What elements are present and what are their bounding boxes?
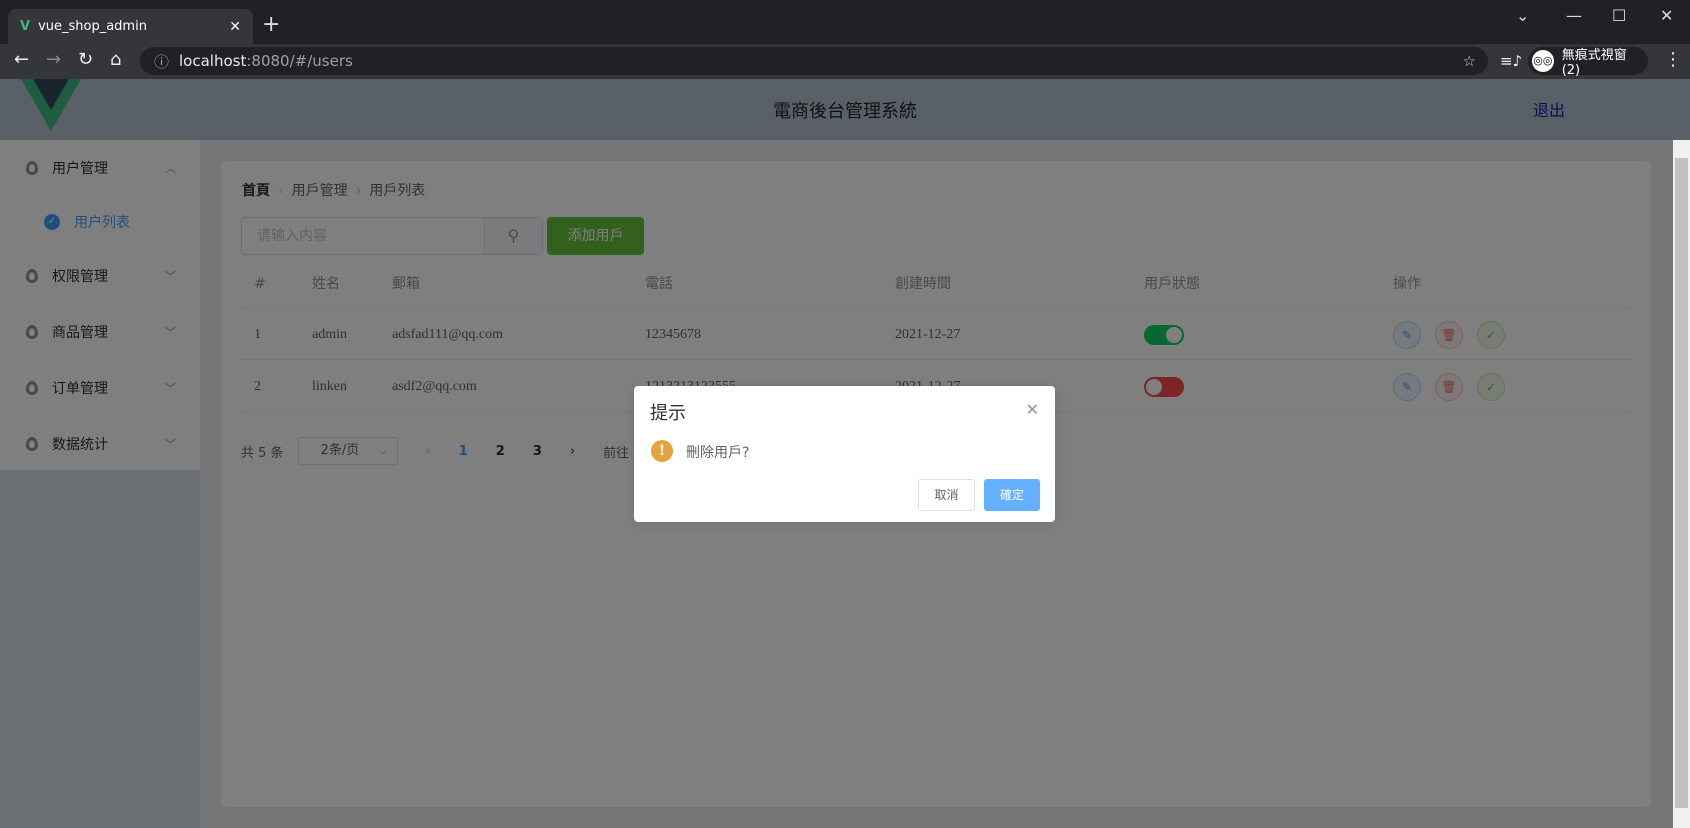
url-host: localhost <box>179 52 247 70</box>
profile-label: 無痕式視窗 (2) <box>1561 48 1627 78</box>
menu-kebab-icon[interactable]: ⋮ <box>1664 49 1682 70</box>
confirm-dialog: 提示 ✕ ! 刪除用戶? 取消 確定 <box>634 386 1055 522</box>
cancel-button[interactable]: 取消 <box>918 479 975 511</box>
new-tab-button[interactable]: + <box>262 12 280 37</box>
reload-icon[interactable]: ↻ <box>78 49 93 70</box>
url-path: :8080/#/users <box>246 52 353 70</box>
tab-search-icon[interactable]: ⌄ <box>1516 6 1529 25</box>
browser-tab-bar <box>0 0 1690 44</box>
vue-logo-icon: V <box>20 19 31 34</box>
warning-icon: ! <box>651 440 673 462</box>
close-tab-icon[interactable]: ✕ <box>229 19 241 35</box>
dialog-title: 提示 <box>650 403 686 424</box>
media-control-icon[interactable]: ≡♪ <box>1500 52 1522 70</box>
close-window-icon[interactable]: ✕ <box>1660 6 1673 25</box>
address-bar[interactable]: ⓘ localhost:8080/#/users ☆ <box>140 47 1488 75</box>
browser-tab[interactable]: V vue_shop_admin ✕ <box>8 9 253 44</box>
home-icon[interactable]: ⌂ <box>110 49 121 70</box>
info-icon: ⓘ <box>154 52 170 71</box>
forward-icon[interactable]: → <box>46 49 61 70</box>
incognito-profile-button[interactable]: ◎◎ 無痕式視窗 (2) <box>1528 47 1648 78</box>
minimize-icon[interactable]: — <box>1566 6 1582 25</box>
scrollbar-thumb[interactable] <box>1675 158 1688 808</box>
bookmark-star-icon[interactable]: ☆ <box>1463 52 1476 70</box>
tab-title: vue_shop_admin <box>38 19 147 34</box>
confirm-button[interactable]: 確定 <box>984 479 1040 511</box>
incognito-icon: ◎◎ <box>1532 50 1554 72</box>
back-icon[interactable]: ← <box>14 49 29 70</box>
maximize-icon[interactable]: ☐ <box>1612 6 1626 25</box>
dialog-message: 刪除用戶? <box>686 445 750 461</box>
close-icon[interactable]: ✕ <box>1026 400 1039 419</box>
